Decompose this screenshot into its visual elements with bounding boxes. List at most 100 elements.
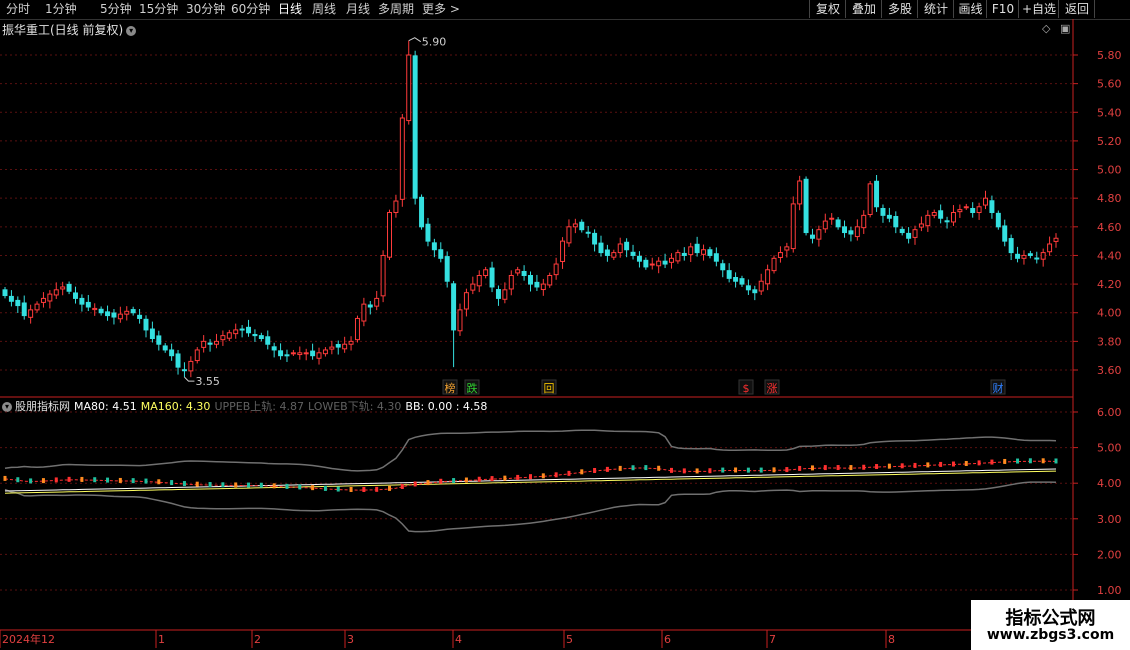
indicator-bar xyxy=(772,467,776,473)
kline-chart[interactable]: 5.80 5.60 5.40 5.20 5.00 4.80 4.60 4.40 4.20 4.00… xyxy=(0,0,1130,650)
candle-body xyxy=(329,346,335,350)
candle-body xyxy=(515,269,521,274)
indicator-bar xyxy=(951,461,955,467)
candle-body xyxy=(98,308,104,314)
candle-body xyxy=(560,240,566,262)
candle-body xyxy=(809,234,815,239)
candle-body xyxy=(470,283,476,291)
x-axis-label: 7 xyxy=(769,633,776,646)
candle-body xyxy=(15,299,21,307)
candle-body xyxy=(842,226,848,234)
indicator-bar xyxy=(759,467,763,473)
indicator-bar xyxy=(157,479,161,485)
indicator-bar xyxy=(336,486,340,492)
indicator-tick-label: 6.00 xyxy=(1097,406,1122,419)
indicator-bar xyxy=(1041,458,1045,464)
candle-body xyxy=(893,216,899,228)
candle-body xyxy=(143,318,149,331)
candle-body xyxy=(976,206,982,213)
indicator-bar xyxy=(529,474,532,480)
x-axis-label: 2 xyxy=(254,633,261,646)
candle-body xyxy=(124,310,130,315)
indicator-tick-label: 1.00 xyxy=(1097,584,1122,597)
candle-body xyxy=(60,286,66,290)
indicator-bar xyxy=(798,465,802,471)
indicator-bar xyxy=(106,477,110,483)
candle-body xyxy=(162,345,168,351)
x-axis-label: 5 xyxy=(566,633,573,646)
candle-body xyxy=(707,249,713,256)
indicator-bar xyxy=(567,470,571,476)
candle-body xyxy=(489,267,495,288)
upper-band-line xyxy=(4,429,1057,472)
candle-body xyxy=(733,277,739,282)
candle-body xyxy=(188,360,194,372)
candle-body xyxy=(534,281,540,288)
candle-body xyxy=(1002,225,1008,242)
candle-body xyxy=(528,275,533,285)
candle-body xyxy=(495,289,501,299)
candle-body xyxy=(906,232,912,239)
candle-body xyxy=(957,209,963,213)
candle-body xyxy=(656,260,662,267)
candle-body xyxy=(105,311,111,317)
candle-body xyxy=(2,289,8,297)
candle-body xyxy=(566,226,572,244)
candle-body xyxy=(335,344,341,348)
candle-body xyxy=(457,309,463,332)
indicator-bar xyxy=(221,482,225,488)
candle-body xyxy=(393,200,399,214)
indicator-bar xyxy=(1003,458,1007,464)
x-axis-label: 4 xyxy=(455,633,462,646)
ma80-line xyxy=(4,468,1057,492)
candle-body xyxy=(419,196,425,228)
candle-body xyxy=(85,301,91,308)
indicator-bar xyxy=(80,476,84,482)
candle-body xyxy=(8,295,14,302)
x-axis-label: 3 xyxy=(347,633,354,646)
event-marker-2: 回 xyxy=(544,382,555,395)
indicator-bar xyxy=(657,465,661,471)
candle-body xyxy=(502,289,508,300)
candle-body xyxy=(290,352,296,355)
candle-body xyxy=(931,212,937,216)
candle-body xyxy=(649,263,655,266)
candle-body xyxy=(848,230,854,235)
candle-body xyxy=(816,229,822,240)
candle-body xyxy=(399,117,405,200)
indicator-bar xyxy=(605,466,609,472)
candle-body xyxy=(265,336,271,345)
candle-body xyxy=(425,223,431,242)
indicator-bar xyxy=(554,472,558,478)
candle-body xyxy=(451,283,457,331)
candle-body xyxy=(835,219,841,228)
indicator-bar xyxy=(913,462,917,468)
indicator-bar xyxy=(195,481,199,487)
candle-body xyxy=(438,249,444,259)
indicator-bar xyxy=(388,485,392,491)
candle-body xyxy=(79,297,85,305)
candle-body xyxy=(886,214,892,219)
x-axis-label: 2024年12 xyxy=(2,632,55,646)
indicator-bar xyxy=(323,485,327,491)
candle-body xyxy=(348,340,354,345)
indicator-bar xyxy=(439,478,443,484)
indicator-bar xyxy=(746,467,750,473)
y-tick-label: 4.60 xyxy=(1097,221,1122,234)
candle-body xyxy=(175,353,181,368)
candle-body xyxy=(406,54,412,122)
indicator-bar xyxy=(1054,458,1058,464)
candle-body xyxy=(592,232,598,245)
candle-body xyxy=(662,260,668,265)
indicator-bar xyxy=(3,475,7,481)
candle-body xyxy=(925,214,931,227)
indicator-bar xyxy=(41,478,45,484)
indicator-bar xyxy=(849,465,853,471)
y-tick-label: 3.80 xyxy=(1097,335,1122,348)
high-pointer-line xyxy=(408,37,422,43)
candle-body xyxy=(367,304,373,308)
candle-body xyxy=(970,207,976,213)
candle-body xyxy=(284,354,290,357)
low-price-label: 3.55 xyxy=(195,375,220,388)
candle-body xyxy=(252,333,258,337)
